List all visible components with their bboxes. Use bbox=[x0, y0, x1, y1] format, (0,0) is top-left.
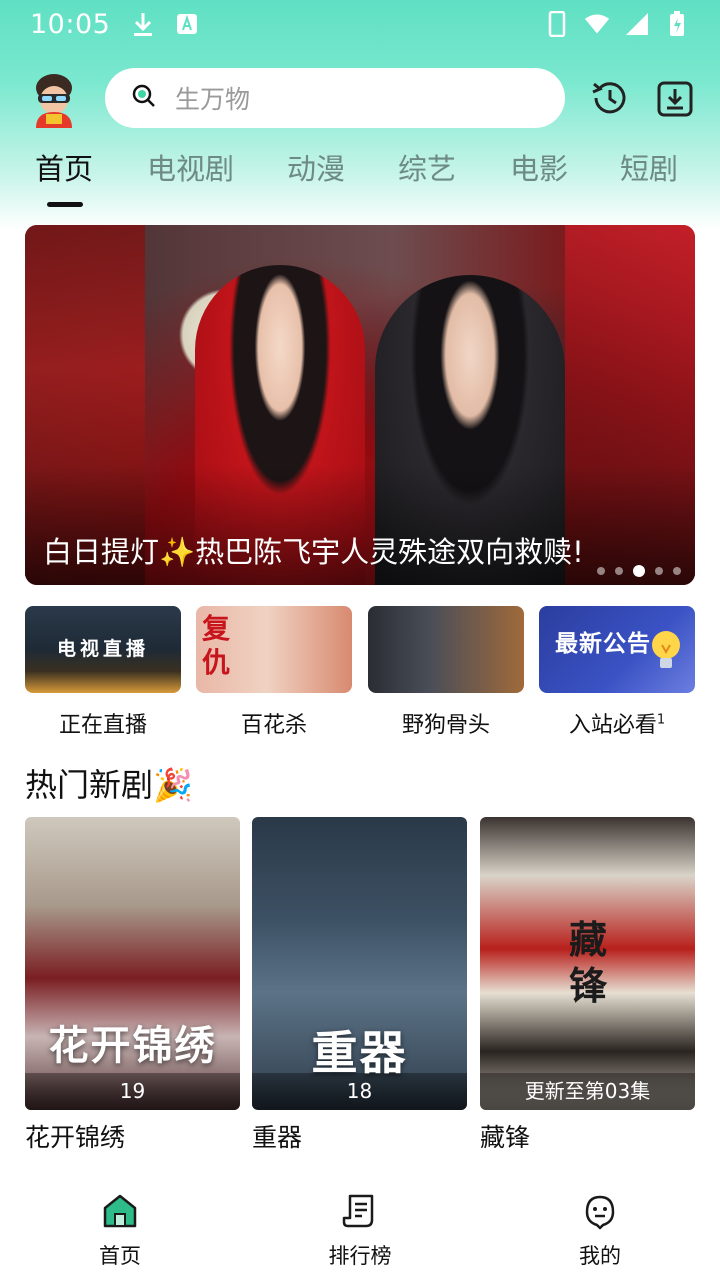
banner-caption: 白日提灯✨热巴陈飞宇人灵殊途双向救赎! bbox=[43, 535, 584, 569]
episode-badge: 18 bbox=[252, 1073, 467, 1110]
quick-entry-thumb: 最新公告 bbox=[539, 606, 695, 693]
pagination-dot[interactable] bbox=[655, 567, 663, 575]
battery-icon bbox=[664, 11, 690, 37]
quick-entry-label: 百花杀 bbox=[240, 713, 307, 738]
lightbulb-icon bbox=[649, 628, 683, 680]
top-header: 生万物 bbox=[0, 68, 720, 128]
pagination-dot[interactable] bbox=[615, 567, 623, 575]
nav-label: 首页 bbox=[99, 1244, 141, 1268]
status-time: 10:05 bbox=[30, 8, 111, 40]
avatar[interactable] bbox=[28, 72, 80, 128]
search-placeholder: 生万物 bbox=[175, 85, 251, 114]
quick-entry-must-see[interactable]: 最新公告 入站必看1 bbox=[539, 606, 695, 739]
pagination-dot[interactable] bbox=[597, 567, 605, 575]
quick-entry-live[interactable]: 电视直播 正在直播 bbox=[25, 606, 181, 739]
home-icon bbox=[101, 1192, 139, 1230]
nav-home[interactable]: 首页 bbox=[60, 1192, 180, 1270]
drama-card[interactable]: 花开锦绣 19 花开锦绣 bbox=[25, 817, 240, 1154]
status-bar: 10:05 bbox=[0, 0, 720, 48]
download-icon bbox=[130, 11, 156, 37]
poster-text: 藏锋 bbox=[568, 917, 607, 1008]
tab-movie[interactable]: 电影 bbox=[510, 146, 568, 188]
drama-card-list: 花开锦绣 19 花开锦绣 重器 18 重器 藏锋 更新至第03集 藏锋 bbox=[25, 817, 695, 1157]
search-box[interactable]: 生万物 bbox=[105, 68, 565, 128]
nav-label: 排行榜 bbox=[328, 1244, 392, 1268]
category-tabs: 首页 电视剧 动漫 综艺 电影 短剧 bbox=[0, 146, 720, 216]
tab-indicator bbox=[47, 202, 83, 207]
tab-tv-series[interactable]: 电视剧 bbox=[147, 146, 234, 188]
banner-pagination bbox=[597, 565, 681, 577]
drama-title: 重器 bbox=[252, 1123, 303, 1152]
ranking-icon bbox=[341, 1192, 379, 1230]
tab-anime[interactable]: 动漫 bbox=[287, 146, 345, 188]
thumb-text: 最新公告 bbox=[555, 631, 651, 657]
episode-badge: 19 bbox=[25, 1073, 240, 1110]
hero-banner[interactable]: 白日提灯✨热巴陈飞宇人灵殊途双向救赎! bbox=[25, 225, 695, 585]
quick-entries: 电视直播 正在直播 复仇 百花杀 野狗骨头 最新公告 入站必看1 bbox=[25, 606, 695, 739]
nav-label: 我的 bbox=[579, 1244, 621, 1268]
profile-icon bbox=[581, 1192, 619, 1230]
quick-entry-baihuasha[interactable]: 复仇 百花杀 bbox=[196, 606, 352, 739]
drama-poster: 重器 18 bbox=[252, 817, 467, 1110]
search-icon bbox=[131, 83, 157, 113]
quick-entry-yegougutou[interactable]: 野狗骨头 bbox=[368, 606, 524, 739]
drama-title: 藏锋 bbox=[480, 1123, 531, 1152]
tab-home[interactable]: 首页 bbox=[35, 146, 93, 188]
app-store-icon bbox=[174, 11, 200, 37]
quick-entry-label: 野狗骨头 bbox=[401, 713, 490, 738]
bottom-navigation: 首页 排行榜 我的 bbox=[0, 1180, 720, 1280]
pagination-dot-active[interactable] bbox=[633, 565, 645, 577]
signal-icon bbox=[624, 11, 650, 37]
phone-icon bbox=[544, 11, 570, 37]
quick-entry-label-text: 入站必看 bbox=[568, 713, 657, 738]
episode-badge: 更新至第03集 bbox=[480, 1073, 695, 1110]
nav-profile[interactable]: 我的 bbox=[540, 1192, 660, 1270]
history-icon[interactable] bbox=[590, 78, 630, 118]
pagination-dot[interactable] bbox=[673, 567, 681, 575]
tab-short-drama[interactable]: 短剧 bbox=[620, 146, 678, 188]
quick-entry-label: 正在直播 bbox=[58, 713, 147, 738]
drama-poster: 花开锦绣 19 bbox=[25, 817, 240, 1110]
poster-text: 花开锦绣 bbox=[48, 1022, 217, 1069]
tab-variety[interactable]: 综艺 bbox=[398, 146, 456, 188]
thumb-text: 电视直播 bbox=[56, 638, 149, 660]
drama-poster: 藏锋 更新至第03集 bbox=[480, 817, 695, 1110]
nav-ranking[interactable]: 排行榜 bbox=[300, 1192, 420, 1270]
drama-card[interactable]: 藏锋 更新至第03集 藏锋 bbox=[480, 817, 695, 1154]
drama-card[interactable]: 重器 18 重器 bbox=[252, 817, 467, 1154]
quick-entry-thumb: 电视直播 bbox=[25, 606, 181, 693]
quick-entry-label: 入站必看1 bbox=[539, 707, 695, 739]
download-box-icon[interactable] bbox=[656, 80, 694, 118]
section-title: 热门新剧🎉 bbox=[25, 766, 193, 804]
thumb-text: 复仇 bbox=[202, 612, 231, 679]
quick-entry-thumb bbox=[368, 606, 524, 693]
wifi-icon bbox=[584, 11, 610, 37]
quick-entry-thumb: 复仇 bbox=[196, 606, 352, 693]
drama-title: 花开锦绣 bbox=[25, 1123, 126, 1152]
superscript: 1 bbox=[656, 712, 666, 728]
